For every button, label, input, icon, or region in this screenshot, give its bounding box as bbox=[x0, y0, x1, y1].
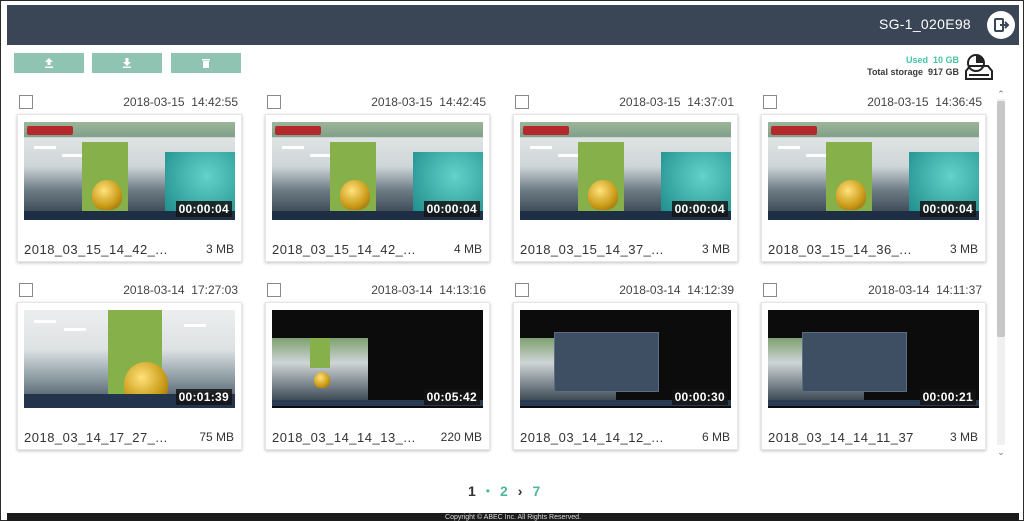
select-checkbox[interactable] bbox=[763, 95, 777, 109]
page-current[interactable]: 1 bbox=[468, 483, 476, 499]
recording-timestamp: 2018-03-14 17:27:03 bbox=[123, 283, 238, 297]
file-name: 2018_03_15_14_42_... bbox=[24, 242, 168, 257]
last-page-link[interactable]: 7 bbox=[532, 483, 540, 499]
logout-button[interactable] bbox=[987, 11, 1015, 39]
video-thumbnail[interactable]: 00:01:39 bbox=[24, 310, 235, 408]
video-thumbnail[interactable]: 00:00:04 bbox=[768, 122, 979, 220]
storage-info: Used 10 GB Total storage 917 GB bbox=[867, 54, 959, 78]
recording-timestamp: 2018-03-15 14:42:45 bbox=[371, 95, 486, 109]
recording-tile: 00:00:04 2018_03_15_14_37_... 3 MB bbox=[513, 114, 738, 262]
select-checkbox[interactable] bbox=[267, 95, 281, 109]
recordings-grid: 2018-03-15 14:42:55 00:00:04 2018_03_15_… bbox=[13, 89, 993, 459]
scroll-thumb[interactable] bbox=[997, 101, 1005, 337]
file-size: 3 MB bbox=[949, 242, 978, 256]
recording-timestamp: 2018-03-14 14:11:37 bbox=[868, 283, 982, 297]
duration-badge: 00:00:04 bbox=[919, 201, 976, 217]
top-bar: SG-1_020E98 bbox=[7, 5, 1019, 45]
duration-badge: 00:00:04 bbox=[175, 201, 232, 217]
next-page-icon[interactable]: › bbox=[518, 483, 523, 499]
recording-card: 2018-03-15 14:36:45 00:00:04 2018_03_15_… bbox=[761, 89, 986, 262]
recording-tile: 00:01:39 2018_03_14_17_27_... 75 MB bbox=[17, 302, 242, 450]
delete-button[interactable] bbox=[171, 53, 241, 73]
total-storage-value: 917 GB bbox=[927, 67, 959, 77]
upload-icon bbox=[45, 58, 53, 68]
recording-card: 2018-03-15 14:42:45 00:00:04 2018_03_15_… bbox=[265, 89, 490, 262]
select-checkbox[interactable] bbox=[515, 283, 529, 297]
page-2-link[interactable]: 2 bbox=[500, 483, 508, 499]
video-thumbnail[interactable]: 00:00:04 bbox=[520, 122, 731, 220]
duration-badge: 00:05:42 bbox=[423, 389, 480, 405]
download-icon bbox=[123, 58, 131, 68]
recording-tile: 00:00:21 2018_03_14_14_11_37 3 MB bbox=[761, 302, 986, 450]
recording-card: 2018-03-14 17:27:03 00:01:39 2018_03_14_… bbox=[17, 277, 242, 450]
total-storage-label: Total storage bbox=[867, 67, 923, 77]
recording-tile: 00:00:04 2018_03_15_14_36_... 3 MB bbox=[761, 114, 986, 262]
file-name: 2018_03_15_14_36_... bbox=[768, 242, 912, 257]
file-name: 2018_03_14_14_13_... bbox=[272, 430, 416, 445]
file-name: 2018_03_14_17_27_... bbox=[24, 430, 168, 445]
file-size: 4 MB bbox=[453, 242, 482, 256]
file-name: 2018_03_14_14_11_37 bbox=[768, 430, 914, 445]
file-size: 3 MB bbox=[701, 242, 730, 256]
upload-button[interactable] bbox=[14, 53, 84, 73]
video-thumbnail[interactable]: 00:05:42 bbox=[272, 310, 483, 408]
select-checkbox[interactable] bbox=[763, 283, 777, 297]
scroll-up-icon[interactable]: ⌃ bbox=[995, 89, 1007, 99]
file-size: 75 MB bbox=[199, 430, 234, 444]
app-window: SG-1_020E98 Used 10 GB Total storage 917… bbox=[0, 0, 1024, 521]
page-separator: • bbox=[485, 484, 490, 498]
recording-card: 2018-03-14 14:11:37 00:00:21 2018_03_14_… bbox=[761, 277, 986, 450]
recording-timestamp: 2018-03-15 14:36:45 bbox=[867, 95, 982, 109]
device-name: SG-1_020E98 bbox=[878, 16, 971, 32]
used-value: 10 GB bbox=[932, 55, 959, 65]
duration-badge: 00:00:21 bbox=[919, 389, 976, 405]
file-size: 3 MB bbox=[949, 430, 978, 444]
file-size: 220 MB bbox=[440, 430, 482, 444]
duration-badge: 00:01:39 bbox=[175, 389, 232, 405]
recording-tile: 00:00:30 2018_03_14_14_12_... 6 MB bbox=[513, 302, 738, 450]
live-badge-image bbox=[275, 126, 321, 135]
file-name: 2018_03_15_14_37_... bbox=[520, 242, 664, 257]
video-thumbnail[interactable]: 00:00:04 bbox=[272, 122, 483, 220]
recording-timestamp: 2018-03-14 14:13:16 bbox=[371, 283, 486, 297]
file-size: 6 MB bbox=[701, 430, 730, 444]
duration-badge: 00:00:30 bbox=[671, 389, 728, 405]
recording-tile: 00:00:04 2018_03_15_14_42_... 4 MB bbox=[265, 114, 490, 262]
file-size: 3 MB bbox=[205, 242, 234, 256]
file-name: 2018_03_14_14_12_... bbox=[520, 430, 664, 445]
video-thumbnail[interactable]: 00:00:21 bbox=[768, 310, 979, 408]
footer: Copyright © ABEC Inc. All Rights Reserve… bbox=[7, 513, 1019, 521]
file-name: 2018_03_15_14_42_... bbox=[272, 242, 416, 257]
live-badge-image bbox=[771, 126, 817, 135]
select-checkbox[interactable] bbox=[19, 95, 33, 109]
recording-tile: 00:05:42 2018_03_14_14_13_... 220 MB bbox=[265, 302, 490, 450]
used-label: Used bbox=[905, 55, 928, 65]
pagination: 1 • 2 › 7 bbox=[468, 483, 550, 499]
recording-card: 2018-03-14 14:13:16 00:05:42 2018_03_14_… bbox=[265, 277, 490, 450]
recording-card: 2018-03-15 14:37:01 00:00:04 2018_03_15_… bbox=[513, 89, 738, 262]
recording-timestamp: 2018-03-15 14:37:01 bbox=[619, 95, 734, 109]
recording-timestamp: 2018-03-14 14:12:39 bbox=[619, 283, 734, 297]
select-checkbox[interactable] bbox=[515, 95, 529, 109]
live-badge-image bbox=[523, 126, 569, 135]
logout-icon bbox=[994, 18, 1010, 32]
vertical-scrollbar[interactable]: ⌃ ⌄ bbox=[995, 89, 1007, 459]
duration-badge: 00:00:04 bbox=[423, 201, 480, 217]
recording-timestamp: 2018-03-15 14:42:55 bbox=[123, 95, 238, 109]
scroll-down-icon[interactable]: ⌄ bbox=[995, 447, 1007, 457]
live-badge-image bbox=[27, 126, 73, 135]
select-checkbox[interactable] bbox=[19, 283, 33, 297]
video-thumbnail[interactable]: 00:00:30 bbox=[520, 310, 731, 408]
duration-badge: 00:00:04 bbox=[671, 201, 728, 217]
hard-drive-icon bbox=[965, 54, 993, 80]
recording-card: 2018-03-14 14:12:39 00:00:30 2018_03_14_… bbox=[513, 277, 738, 450]
select-checkbox[interactable] bbox=[267, 283, 281, 297]
recording-card: 2018-03-15 14:42:55 00:00:04 2018_03_15_… bbox=[17, 89, 242, 262]
recording-tile: 00:00:04 2018_03_15_14_42_... 3 MB bbox=[17, 114, 242, 262]
download-button[interactable] bbox=[92, 53, 162, 73]
trash-icon bbox=[202, 59, 210, 68]
copyright-text: Copyright © ABEC Inc. All Rights Reserve… bbox=[445, 514, 581, 521]
video-thumbnail[interactable]: 00:00:04 bbox=[24, 122, 235, 220]
